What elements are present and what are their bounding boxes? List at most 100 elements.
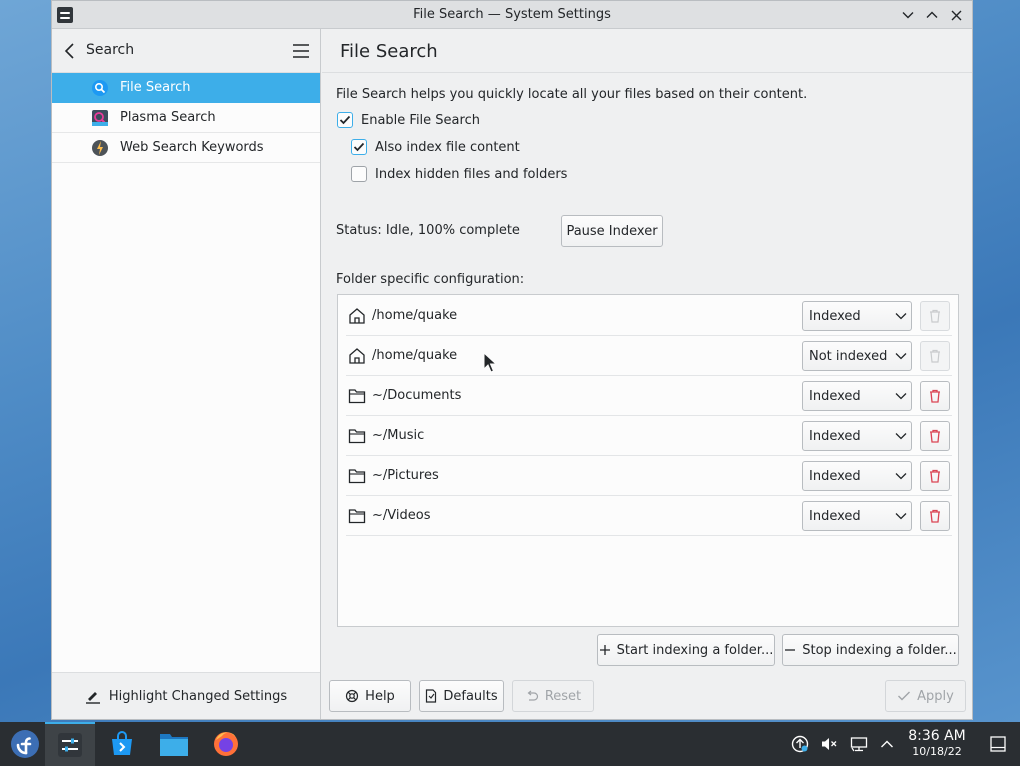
- tray-expander[interactable]: [877, 722, 897, 766]
- window-title: File Search — System Settings: [413, 7, 611, 22]
- defaults-button[interactable]: Defaults: [419, 680, 504, 712]
- folder-row: ~/Documents Indexed: [346, 376, 952, 416]
- index-hidden-files-label: Index hidden files and folders: [375, 166, 568, 182]
- index-hidden-files-row[interactable]: Index hidden files and folders: [351, 166, 567, 182]
- home-folder-icon: [348, 307, 366, 325]
- help-icon: [346, 689, 359, 703]
- plasma-search-icon: [91, 109, 109, 127]
- highlight-changed-settings-button[interactable]: Highlight Changed Settings: [52, 672, 320, 719]
- tray-volume[interactable]: [819, 722, 839, 766]
- file-search-icon: [91, 79, 109, 97]
- remove-folder-button[interactable]: [920, 501, 950, 531]
- index-file-content-row[interactable]: Also index file content: [351, 139, 520, 155]
- index-hidden-files-checkbox[interactable]: [351, 166, 367, 182]
- index-state-value: Indexed: [809, 308, 861, 324]
- fedora-logo-icon: [11, 730, 39, 758]
- folder-list: /home/quake Indexed /home/quake Not inde…: [337, 294, 959, 627]
- remove-folder-button[interactable]: [920, 381, 950, 411]
- trash-icon: [930, 389, 940, 403]
- index-state-value: Not indexed: [809, 348, 888, 364]
- digital-clock[interactable]: 8:36 AM 10/18/22: [898, 728, 976, 758]
- main-content: File Search File Search helps you quickl…: [322, 29, 972, 719]
- stop-indexing-folder-button[interactable]: Stop indexing a folder...: [782, 634, 959, 666]
- index-state-value: Indexed: [809, 508, 861, 524]
- sidebar: Search File Search Plasma Search Web Sea…: [52, 29, 321, 719]
- undo-icon: [527, 690, 538, 701]
- reset-button[interactable]: Reset: [512, 680, 594, 712]
- chevron-down-icon: [895, 473, 907, 480]
- discover-store-icon: [112, 731, 132, 755]
- start-indexing-folder-button[interactable]: Start indexing a folder...: [597, 634, 775, 666]
- tray-updates[interactable]: [790, 722, 810, 766]
- index-state-dropdown[interactable]: Indexed: [802, 301, 912, 331]
- description-text: File Search helps you quickly locate all…: [336, 87, 808, 102]
- folder-path: ~/Documents: [372, 388, 462, 403]
- chevron-down-icon: [895, 353, 907, 360]
- enable-file-search-row[interactable]: Enable File Search: [337, 112, 480, 128]
- show-desktop-button[interactable]: [988, 722, 1008, 766]
- sidebar-item-file-search[interactable]: File Search: [52, 73, 320, 103]
- reset-label: Reset: [544, 688, 582, 704]
- start-indexing-label: Start indexing a folder...: [616, 642, 774, 658]
- index-state-value: Indexed: [809, 468, 861, 484]
- taskbar-dolphin[interactable]: [149, 722, 199, 766]
- hamburger-menu-button[interactable]: [292, 43, 310, 59]
- firefox-icon: [214, 732, 238, 756]
- index-state-dropdown[interactable]: Indexed: [802, 421, 912, 451]
- enable-file-search-checkbox[interactable]: [337, 112, 353, 128]
- document-icon: [426, 689, 437, 703]
- highlight-changed-settings-label: Highlight Changed Settings: [108, 688, 288, 704]
- trash-icon: [930, 509, 940, 523]
- sidebar-item-plasma-search[interactable]: Plasma Search: [52, 103, 320, 133]
- application-launcher-button[interactable]: [0, 722, 50, 766]
- remove-folder-button[interactable]: [920, 461, 950, 491]
- close-button[interactable]: [946, 5, 966, 25]
- minus-icon: [785, 649, 796, 651]
- folder-path: /home/quake: [372, 308, 458, 323]
- sidebar-item-label: Plasma Search: [120, 110, 216, 125]
- index-state-dropdown[interactable]: Indexed: [802, 501, 912, 531]
- tray-network[interactable]: [849, 722, 869, 766]
- folder-path: ~/Music: [372, 428, 425, 443]
- system-settings-icon: [58, 733, 82, 757]
- remove-folder-button[interactable]: [920, 301, 950, 331]
- highlighter-icon: [85, 692, 100, 704]
- sidebar-title: Search: [86, 42, 135, 58]
- web-search-keywords-icon: [91, 139, 109, 157]
- apply-button[interactable]: Apply: [885, 680, 966, 712]
- folder-row: /home/quake Indexed: [346, 296, 952, 336]
- folder-path: ~/Pictures: [372, 468, 439, 483]
- index-state-dropdown[interactable]: Indexed: [802, 381, 912, 411]
- remove-folder-button[interactable]: [920, 421, 950, 451]
- back-button[interactable]: [62, 41, 80, 61]
- trash-icon: [930, 309, 940, 323]
- taskbar-system-settings[interactable]: [45, 722, 95, 766]
- clock-date: 10/18/22: [912, 745, 962, 758]
- main-header: File Search: [322, 29, 972, 73]
- hamburger-icon: [293, 44, 309, 58]
- index-state-dropdown[interactable]: Not indexed: [802, 341, 912, 371]
- sidebar-item-web-search-keywords[interactable]: Web Search Keywords: [52, 133, 320, 163]
- minimize-button[interactable]: [898, 5, 918, 25]
- taskbar-firefox[interactable]: [201, 722, 251, 766]
- remove-folder-button[interactable]: [920, 341, 950, 371]
- sidebar-item-label: Web Search Keywords: [120, 140, 264, 155]
- plus-icon: [599, 645, 610, 655]
- index-file-content-checkbox[interactable]: [351, 139, 367, 155]
- back-arrow-icon: [64, 43, 74, 59]
- help-button[interactable]: Help: [329, 680, 411, 712]
- chevron-up-icon: [881, 740, 893, 748]
- title-bar[interactable]: File Search — System Settings: [52, 1, 972, 29]
- folder-path: /home/quake: [372, 348, 458, 363]
- maximize-button[interactable]: [922, 5, 942, 25]
- pause-indexer-button[interactable]: Pause Indexer: [561, 215, 663, 247]
- page-title: File Search: [340, 41, 438, 62]
- folder-row: /home/quake Not indexed: [346, 336, 952, 376]
- checkmark-icon: [339, 115, 351, 125]
- taskbar-discover[interactable]: [97, 722, 147, 766]
- folder-icon: [348, 507, 366, 525]
- folder-path: ~/Videos: [372, 508, 431, 523]
- index-state-dropdown[interactable]: Indexed: [802, 461, 912, 491]
- file-manager-icon: [160, 734, 188, 756]
- status-text: Status: Idle, 100% complete: [336, 223, 520, 238]
